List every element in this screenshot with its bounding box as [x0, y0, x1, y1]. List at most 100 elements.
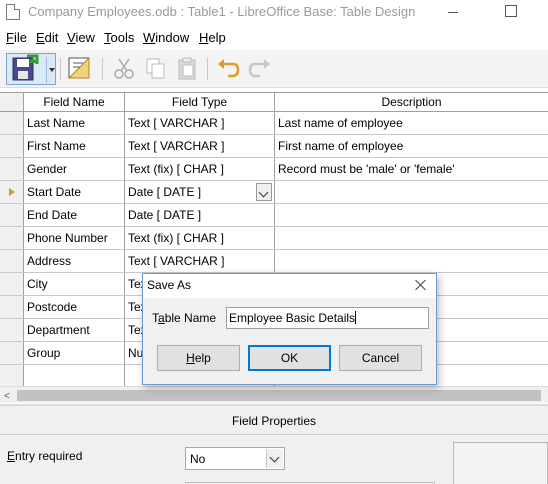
field-type-cell[interactable]: Date [ DATE ]: [125, 204, 275, 226]
toolbar-separator: [102, 58, 103, 80]
table-row[interactable]: Last Name Text [ VARCHAR ] Last name of em…: [0, 112, 548, 135]
row-selector[interactable]: [0, 135, 24, 157]
field-type-cell[interactable]: Text [ VARCHAR ]: [125, 135, 275, 157]
window-title: Company Employees.odb : Table1 - LibreOf…: [28, 4, 416, 19]
description-cell[interactable]: Last name of employee: [275, 112, 548, 134]
menu-view[interactable]: View: [67, 30, 95, 45]
menu-bar: File Edit View Tools Window Help: [0, 27, 548, 49]
field-name-cell[interactable]: City: [24, 273, 125, 295]
save-button[interactable]: [6, 53, 56, 85]
save-icon: [12, 54, 39, 81]
field-type-cell[interactable]: Text [ VARCHAR ]: [125, 112, 275, 134]
row-selector[interactable]: [0, 204, 24, 226]
description-cell[interactable]: [275, 227, 548, 249]
field-type-cell[interactable]: Text [ VARCHAR ]: [125, 250, 275, 272]
redo-button[interactable]: [246, 54, 274, 82]
index-design-button[interactable]: [65, 54, 93, 82]
description-cell[interactable]: [275, 181, 548, 203]
row-selector[interactable]: [0, 227, 24, 249]
field-type-value: Date [ DATE ]: [128, 185, 202, 199]
row-selector[interactable]: [0, 296, 24, 318]
field-type-cell[interactable]: Text (fix) [ CHAR ]: [125, 227, 275, 249]
chevron-down-icon[interactable]: [256, 183, 272, 201]
row-selector[interactable]: [0, 112, 24, 134]
table-name-input[interactable]: Employee Basic Details: [226, 307, 429, 329]
description-cell[interactable]: Record must be 'male' or 'female': [275, 158, 548, 180]
copy-button[interactable]: [141, 54, 169, 82]
field-name-cell[interactable]: End Date: [24, 204, 125, 226]
field-type-value: Text [ VARCHAR ]: [128, 139, 225, 153]
field-properties-panel: Field Properties Entry required No: [0, 404, 548, 484]
entry-required-select[interactable]: No: [185, 447, 285, 470]
row-selector[interactable]: [0, 319, 24, 341]
scrollbar-thumb[interactable]: [17, 390, 541, 401]
field-name-cell[interactable]: Address: [24, 250, 125, 272]
row-selector[interactable]: [0, 365, 24, 387]
field-type-cell[interactable]: Date [ DATE ]: [125, 181, 275, 203]
menu-file[interactable]: File: [6, 30, 27, 45]
field-type-cell[interactable]: Text (fix) [ CHAR ]: [125, 158, 275, 180]
description-column-header[interactable]: Description: [275, 93, 548, 111]
field-name-cell[interactable]: First Name: [24, 135, 125, 157]
toolbar-separator: [60, 58, 61, 80]
help-text-panel: [453, 442, 548, 484]
copy-icon: [146, 58, 165, 79]
table-name-value: Employee Basic Details: [229, 311, 356, 325]
field-type-value: Text [ VARCHAR ]: [128, 116, 225, 130]
minimize-button[interactable]: [430, 0, 476, 26]
description-cell[interactable]: [275, 204, 548, 226]
cancel-button[interactable]: Cancel: [339, 345, 422, 371]
field-type-column-header[interactable]: Field Type: [125, 93, 275, 111]
table-row[interactable]: Start Date Date [ DATE ]: [0, 181, 548, 204]
menu-edit[interactable]: Edit: [36, 30, 58, 45]
description-cell[interactable]: First name of employee: [275, 135, 548, 157]
table-row[interactable]: End Date Date [ DATE ]: [0, 204, 548, 227]
table-row[interactable]: Address Text [ VARCHAR ]: [0, 250, 548, 273]
row-selector[interactable]: [0, 342, 24, 364]
undo-button[interactable]: [214, 54, 242, 82]
row-selector[interactable]: [0, 273, 24, 295]
row-selector[interactable]: [0, 158, 24, 180]
menu-help[interactable]: Help: [199, 30, 226, 45]
help-button[interactable]: Help: [157, 345, 240, 371]
field-name-cell[interactable]: Postcode: [24, 296, 125, 318]
save-as-dialog: Save As Table Name Employee Basic Detail…: [142, 273, 437, 385]
paste-button[interactable]: [173, 54, 201, 82]
field-name-cell[interactable]: Gender: [24, 158, 125, 180]
field-name-cell[interactable]: Phone Number: [24, 227, 125, 249]
entry-required-value: No: [190, 452, 206, 466]
design-index-icon: [67, 56, 90, 79]
menu-window[interactable]: Window: [143, 30, 189, 45]
ok-button[interactable]: OK: [248, 345, 331, 371]
dialog-title: Save As: [147, 278, 192, 292]
field-name-cell[interactable]: Department: [24, 319, 125, 341]
field-name-cell[interactable]: Start Date: [24, 181, 125, 203]
description-cell[interactable]: [275, 250, 548, 272]
save-dropdown-button[interactable]: [46, 57, 56, 83]
document-icon: [6, 4, 20, 20]
text-caret: [355, 311, 357, 324]
row-selector[interactable]: [0, 181, 24, 203]
row-selector[interactable]: [0, 250, 24, 272]
field-name-cell[interactable]: Last Name: [24, 112, 125, 134]
maximize-button[interactable]: [488, 0, 534, 26]
horizontal-scrollbar[interactable]: <: [0, 386, 548, 403]
table-row[interactable]: Gender Text (fix) [ CHAR ] Record must be …: [0, 158, 548, 181]
paste-icon: [178, 57, 196, 80]
scroll-left-arrow-icon[interactable]: <: [4, 391, 10, 402]
field-type-value: Date [ DATE ]: [128, 208, 202, 222]
table-row[interactable]: Phone Number Text (fix) [ CHAR ]: [0, 227, 548, 250]
grid-header-row: Field Name Field Type Description: [0, 93, 548, 112]
field-name-cell[interactable]: [24, 365, 125, 387]
cut-button[interactable]: [110, 54, 138, 82]
chevron-down-icon[interactable]: [266, 449, 283, 468]
close-icon[interactable]: [412, 276, 430, 294]
table-row[interactable]: First Name Text [ VARCHAR ] First name of …: [0, 135, 548, 158]
field-name-column-header[interactable]: Field Name: [24, 93, 125, 111]
row-selector-header[interactable]: [0, 93, 24, 111]
field-name-cell[interactable]: Group: [24, 342, 125, 364]
entry-required-label: Entry required: [7, 449, 83, 463]
title-bar: Company Employees.odb : Table1 - LibreOf…: [0, 0, 548, 26]
menu-tools[interactable]: Tools: [104, 30, 134, 45]
redo-icon: [248, 59, 270, 78]
